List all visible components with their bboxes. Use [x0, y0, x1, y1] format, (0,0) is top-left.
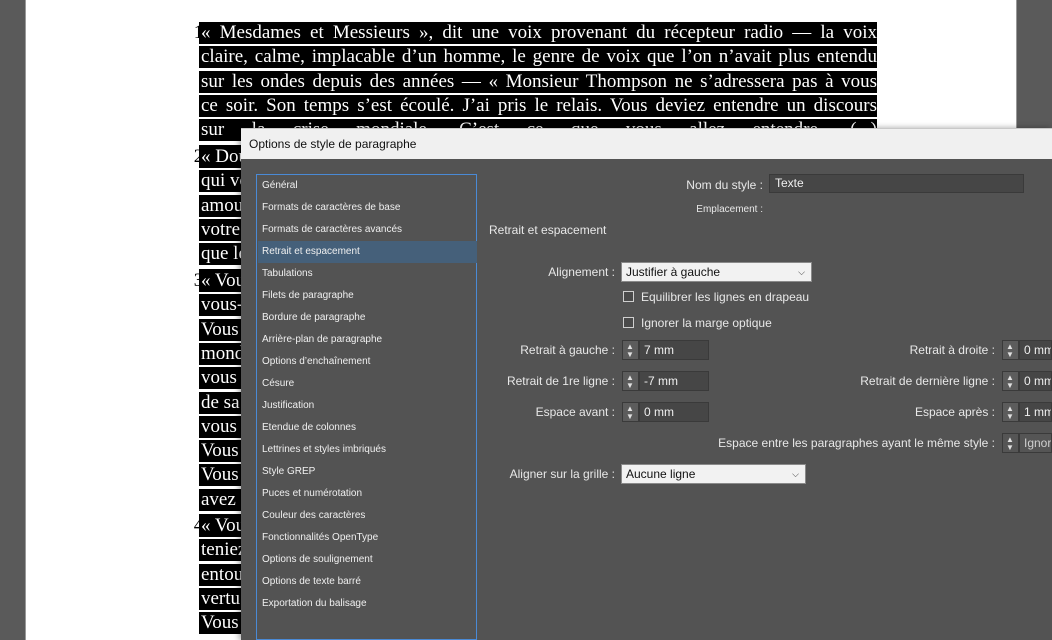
- space-before-input[interactable]: 0 mm: [639, 402, 709, 422]
- last-line-indent-stepper[interactable]: ▲ ▼: [1002, 371, 1019, 391]
- category-item[interactable]: Style GREP: [258, 461, 477, 483]
- first-line-indent-stepper[interactable]: ▲ ▼: [622, 371, 639, 391]
- paragraph-line: « Dou: [199, 146, 245, 168]
- category-item[interactable]: Formats de caractères avancés: [258, 219, 477, 241]
- left-indent-input[interactable]: 7 mm: [639, 340, 709, 360]
- category-item[interactable]: Lettrines et styles imbriqués: [258, 439, 477, 461]
- balance-lines-checkbox[interactable]: [623, 291, 634, 302]
- space-after-stepper[interactable]: ▲ ▼: [1002, 402, 1019, 422]
- right-indent-input[interactable]: 0 mm: [1019, 340, 1052, 360]
- paragraph-line: Vous: [199, 464, 245, 486]
- paragraph-line: sur les ondes depuis des années — « Mons…: [199, 71, 877, 93]
- space-before-stepper[interactable]: ▲ ▼: [622, 402, 639, 422]
- space-after-label: Espace après :: [914, 405, 995, 419]
- paragraph-line: que le: [199, 243, 245, 265]
- paragraph-line: vertu: [199, 588, 245, 610]
- first-line-indent-label: Retrait de 1re ligne :: [506, 374, 615, 388]
- category-item[interactable]: Couleur des caractères: [258, 505, 477, 527]
- ignore-optical-margin-label: Ignorer la marge optique: [641, 316, 772, 330]
- category-item[interactable]: Fonctionnalités OpenType: [258, 527, 477, 549]
- last-line-indent-label: Retrait de dernière ligne :: [860, 374, 995, 388]
- paragraph-line: « Mesdames et Messieurs », dit une voix …: [199, 22, 877, 44]
- paragraph-line: « Vou: [199, 515, 245, 537]
- dialog-titlebar[interactable]: Options de style de paragraphe: [241, 128, 1052, 159]
- paragraph-line: votre: [199, 219, 245, 241]
- chevron-down-icon: ⌵: [798, 267, 805, 277]
- category-item[interactable]: Général: [258, 175, 477, 197]
- paragraph-line: « Vou: [199, 270, 245, 292]
- category-item[interactable]: Exportation du balisage: [258, 593, 477, 615]
- left-indent-label: Retrait à gauche :: [520, 343, 615, 357]
- alignment-value: Justifier à gauche: [626, 265, 721, 279]
- style-name-label: Nom du style :: [686, 178, 763, 192]
- ignore-optical-margin-checkbox[interactable]: [623, 317, 634, 328]
- paragraph-line: vous-: [199, 294, 245, 316]
- paragraph-line: avez: [199, 489, 245, 511]
- chevron-down-icon: ⌵: [792, 469, 799, 479]
- paragraph-line: qui vo: [199, 170, 245, 192]
- paragraph-line: de sa: [199, 392, 245, 414]
- dialog-title: Options de style de paragraphe: [249, 137, 417, 151]
- category-item[interactable]: Arrière-plan de paragraphe: [258, 329, 477, 351]
- paragraph-line: Vous: [199, 440, 245, 462]
- category-item[interactable]: Etendue de colonnes: [258, 417, 477, 439]
- category-item[interactable]: Options de texte barré: [258, 571, 477, 593]
- align-to-grid-select[interactable]: Aucune ligne ⌵: [621, 464, 806, 484]
- paragraph-line: entou: [199, 564, 245, 586]
- space-after-input[interactable]: 1 mm: [1019, 402, 1052, 422]
- category-list[interactable]: Général Formats de caractères de base Form…: [256, 174, 477, 640]
- alignment-label: Alignement :: [548, 265, 615, 279]
- last-line-indent-input[interactable]: 0 mm: [1019, 371, 1052, 391]
- alignment-select[interactable]: Justifier à gauche ⌵: [621, 262, 812, 282]
- same-style-spacing-label: Espace entre les paragraphes ayant le mê…: [718, 436, 995, 450]
- paragraph-line: claire, calme, implacable d’un homme, le…: [199, 46, 877, 68]
- style-name-input[interactable]: Texte: [769, 174, 1024, 193]
- same-style-spacing-input[interactable]: Ignorer: [1019, 433, 1052, 453]
- paragraph-line: mond: [199, 343, 245, 365]
- align-to-grid-value: Aucune ligne: [626, 467, 696, 481]
- category-item[interactable]: Césure: [258, 373, 477, 395]
- category-item[interactable]: Options de soulignement: [258, 549, 477, 571]
- first-line-indent-input[interactable]: -7 mm: [639, 371, 709, 391]
- category-item[interactable]: Puces et numérotation: [258, 483, 477, 505]
- category-item[interactable]: Options d’enchaînement: [258, 351, 477, 373]
- paragraph-line: Vous: [199, 612, 245, 634]
- paragraph-line: vous: [199, 416, 245, 438]
- paragraph-line: vous: [199, 367, 245, 389]
- paragraph-line: amou: [199, 195, 245, 217]
- category-item[interactable]: Filets de paragraphe: [258, 285, 477, 307]
- left-indent-stepper[interactable]: ▲ ▼: [622, 340, 639, 360]
- category-item[interactable]: Formats de caractères de base: [258, 197, 477, 219]
- section-title: Retrait et espacement: [489, 223, 607, 237]
- right-indent-stepper[interactable]: ▲ ▼: [1002, 340, 1019, 360]
- category-item[interactable]: Retrait et espacement: [258, 241, 477, 263]
- category-item[interactable]: Bordure de paragraphe: [258, 307, 477, 329]
- location-label: Emplacement :: [696, 204, 763, 215]
- paragraph-line: Vous: [199, 319, 245, 341]
- paragraph-line: ce soir. Son temps s’est écoulé. J’ai pr…: [199, 95, 877, 117]
- paragraph-style-options-dialog: Options de style de paragraphe Général Fo…: [241, 128, 1052, 640]
- right-indent-label: Retrait à droite :: [909, 343, 995, 357]
- same-style-spacing-stepper[interactable]: ▲ ▼: [1002, 433, 1019, 453]
- category-item[interactable]: Justification: [258, 395, 477, 417]
- paragraph-line: teniez: [199, 539, 245, 561]
- space-before-label: Espace avant :: [535, 405, 615, 419]
- category-item[interactable]: Tabulations: [258, 263, 477, 285]
- align-to-grid-label: Aligner sur la grille :: [509, 467, 615, 481]
- balance-lines-label: Equilibrer les lignes en drapeau: [641, 290, 810, 304]
